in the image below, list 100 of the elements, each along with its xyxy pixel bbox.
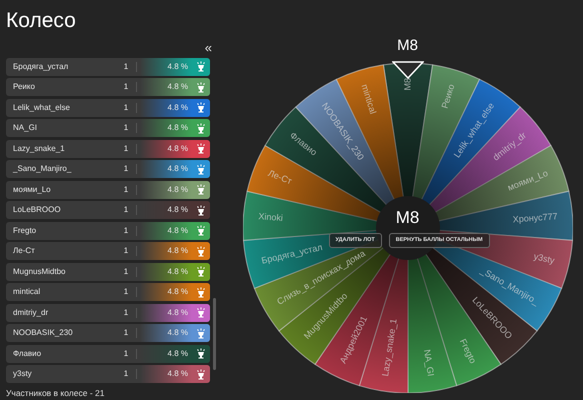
cup-icon xyxy=(196,61,206,72)
collapse-button[interactable]: « xyxy=(204,41,212,54)
cup-button[interactable] xyxy=(192,140,210,158)
cup-button[interactable] xyxy=(192,304,210,322)
participant-percent: 4.8 % xyxy=(168,184,188,196)
participant-percent: 4.8 % xyxy=(168,204,188,216)
participant-row[interactable]: NA_GI 1 4.8 % xyxy=(6,119,210,138)
participant-count: 1 xyxy=(122,102,130,114)
participant-row[interactable]: Lazy_snake_1 1 4.8 % xyxy=(6,140,210,158)
participant-name: mintical xyxy=(12,286,42,298)
segment-label: Ле-Ст xyxy=(266,168,293,186)
participant-row[interactable]: моями_Lo 1 4.8 % xyxy=(6,180,210,199)
participant-row[interactable]: dmitriy_dr 1 4.8 % xyxy=(6,304,210,322)
participant-row[interactable]: MugnusMidtbo 1 4.8 % xyxy=(6,262,210,281)
participant-percent: 4.8 % xyxy=(168,368,188,380)
participant-count: 1 xyxy=(122,245,130,258)
cup-button[interactable] xyxy=(192,344,210,363)
participant-row[interactable]: NOOBASIK_230 1 4.8 % xyxy=(6,324,210,342)
participant-name: _Sano_Manjiro_ xyxy=(12,163,72,176)
segment-label: y3sty xyxy=(532,251,555,266)
participant-name: Ле-Ст xyxy=(12,245,36,258)
participant-name: NA_GI xyxy=(12,122,38,134)
participant-percent: 4.8 % xyxy=(168,327,188,340)
participants-count: Участников в колесе - 21 xyxy=(6,387,104,400)
segment-label: mintical xyxy=(359,83,378,116)
participant-count: 1 xyxy=(122,266,130,278)
cup-icon xyxy=(196,225,206,236)
pointer-icon xyxy=(392,61,424,79)
participant-count: 1 xyxy=(122,204,130,216)
participant-count: 1 xyxy=(122,81,130,94)
participant-count: 1 xyxy=(122,163,130,176)
cup-icon xyxy=(196,82,206,93)
participant-row[interactable]: Бродяга_устал 1 4.8 % xyxy=(6,58,210,76)
cup-button[interactable] xyxy=(192,78,210,96)
participant-percent: 4.8 % xyxy=(168,266,188,278)
cup-button[interactable] xyxy=(192,365,210,384)
cup-icon xyxy=(196,102,206,114)
winner-label: M8 xyxy=(397,38,418,56)
page-title: Колесо xyxy=(6,10,76,34)
participant-percent: 4.8 % xyxy=(168,122,188,134)
participant-percent: 4.8 % xyxy=(168,224,188,237)
participant-percent: 4.8 % xyxy=(168,142,188,155)
cup-button[interactable] xyxy=(192,222,210,240)
cup-button[interactable] xyxy=(192,262,210,281)
participant-name: Бродяга_устал xyxy=(12,60,70,73)
cup-icon xyxy=(196,246,206,257)
participant-count: 1 xyxy=(122,184,130,196)
cup-button[interactable] xyxy=(192,119,210,138)
cup-icon xyxy=(196,164,206,175)
segment-label: NA_GI xyxy=(422,348,436,377)
participant-count: 1 xyxy=(122,142,130,155)
cup-icon xyxy=(196,122,206,134)
segment-label: Fregto xyxy=(457,337,478,366)
participant-name: Lelik_what_else xyxy=(12,102,71,114)
cup-icon xyxy=(196,266,206,278)
participant-percent: 4.8 % xyxy=(168,245,188,258)
participant-percent: 4.8 % xyxy=(168,102,188,114)
participant-row[interactable]: LoLeBROOO 1 4.8 % xyxy=(6,201,210,220)
cup-button[interactable] xyxy=(192,324,210,342)
participant-row[interactable]: mintical 1 4.8 % xyxy=(6,283,210,302)
cup-button[interactable] xyxy=(192,98,210,117)
participant-row[interactable]: Fregto 1 4.8 % xyxy=(6,222,210,240)
participant-percent: 4.8 % xyxy=(168,81,188,94)
cup-icon xyxy=(196,348,206,360)
cup-button[interactable] xyxy=(192,58,210,76)
participant-row[interactable]: Ле-Ст 1 4.8 % xyxy=(6,242,210,260)
participant-name: NOOBASIK_230 xyxy=(12,327,74,340)
cup-button[interactable] xyxy=(192,201,210,220)
participant-row[interactable]: Lelik_what_else 1 4.8 % xyxy=(6,98,210,117)
participant-name: MugnusMidtbo xyxy=(12,266,66,278)
participant-row[interactable]: y3sty 1 4.8 % xyxy=(6,365,210,384)
cup-button[interactable] xyxy=(192,180,210,199)
participant-count: 1 xyxy=(122,306,130,319)
segment-label: M8 xyxy=(402,78,412,91)
participant-row[interactable]: _Sano_Manjiro_ 1 4.8 % xyxy=(6,160,210,178)
participant-name: Fregto xyxy=(12,224,38,237)
participant-row[interactable]: Флавио 1 4.8 % xyxy=(6,344,210,363)
participant-percent: 4.8 % xyxy=(168,163,188,176)
participant-name: моями_Lo xyxy=(12,184,52,196)
participant-name: LoLeBROOO xyxy=(12,204,62,216)
scrollbar[interactable] xyxy=(213,298,216,370)
segment-label: Реико xyxy=(439,83,456,110)
participant-count: 1 xyxy=(122,327,130,340)
participant-name: Lazy_snake_1 xyxy=(12,142,66,155)
cup-icon xyxy=(196,204,206,216)
participant-count: 1 xyxy=(122,122,130,134)
participant-percent: 4.8 % xyxy=(168,348,188,360)
segment-label: Xinoki xyxy=(258,211,283,223)
participant-row[interactable]: Реико 1 4.8 % xyxy=(6,78,210,96)
cup-button[interactable] xyxy=(192,283,210,302)
participant-name: y3sty xyxy=(12,368,33,380)
participant-name: Реико xyxy=(12,81,36,94)
cup-icon xyxy=(196,307,206,318)
participant-count: 1 xyxy=(122,60,130,73)
cup-button[interactable] xyxy=(192,160,210,178)
cup-icon xyxy=(196,368,206,380)
cup-button[interactable] xyxy=(192,242,210,260)
participant-percent: 4.8 % xyxy=(168,286,188,298)
participant-name: dmitriy_dr xyxy=(12,306,50,319)
segment-label: Хронус777 xyxy=(512,211,558,224)
